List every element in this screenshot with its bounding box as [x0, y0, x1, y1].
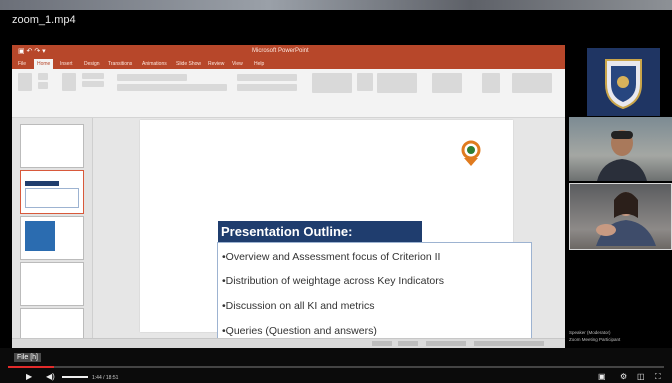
notes-button[interactable]	[372, 341, 392, 346]
ribbon-body	[12, 69, 565, 118]
tab-home[interactable]: Home	[34, 59, 54, 69]
title-bar: ▣ ↶ ↷ ▾ Microsoft PowerPoint	[12, 45, 565, 58]
tab-file[interactable]: File	[18, 59, 26, 69]
time-display: 1:44 / 18:51	[92, 375, 119, 381]
participant-avatar	[596, 192, 656, 246]
quick-styles-button[interactable]	[377, 73, 417, 93]
progress-track[interactable]	[8, 366, 664, 368]
shapes-gallery[interactable]	[312, 73, 352, 93]
tab-transitions[interactable]: Transitions	[108, 59, 132, 69]
font-format-buttons[interactable]	[117, 84, 227, 91]
new-slide-button[interactable]	[62, 73, 76, 91]
arrange-button[interactable]	[357, 73, 373, 91]
cut-button[interactable]	[38, 73, 48, 80]
ribbon-tabs: File Home Insert Design Transitions Anim…	[12, 58, 565, 69]
subtitle-label: File [h]	[14, 353, 42, 362]
tab-insert[interactable]: Insert	[60, 59, 73, 69]
tab-help[interactable]: Help	[254, 59, 264, 69]
status-bar	[12, 338, 565, 348]
comments-button[interactable]	[398, 341, 418, 346]
reset-button[interactable]	[82, 81, 104, 87]
layout-button[interactable]	[82, 73, 104, 79]
powerpoint-window: ▣ ↶ ↷ ▾ Microsoft PowerPoint File Home I…	[12, 45, 565, 348]
slide-thumbnail-pane	[12, 118, 93, 348]
volume-slider[interactable]	[62, 376, 88, 378]
participant-video-tile[interactable]	[569, 183, 672, 250]
slide-thumbnail[interactable]	[20, 124, 84, 168]
play-icon[interactable]: ▶	[26, 372, 32, 381]
list-item: •Overview and Assessment focus of Criter…	[222, 251, 441, 263]
participant-video-tile[interactable]	[569, 117, 672, 181]
fullscreen-icon[interactable]: ⛶	[655, 372, 661, 381]
slide-title: Presentation Outline:	[218, 221, 422, 243]
list-item: •Distribution of weightage across Key In…	[222, 275, 444, 287]
slide-canvas[interactable]: Presentation Outline: •Overview and Asse…	[140, 120, 532, 346]
slide-thumbnail[interactable]	[20, 216, 84, 260]
alignment-buttons[interactable]	[237, 84, 297, 91]
slide-content-box: •Overview and Assessment focus of Criter…	[217, 242, 532, 346]
copy-button[interactable]	[38, 82, 48, 89]
slide-thumbnail[interactable]	[20, 262, 84, 306]
list-item: •Queries (Question and answers)	[222, 325, 377, 337]
find-replace-buttons[interactable]	[432, 73, 462, 93]
paste-button[interactable]	[18, 73, 32, 91]
volume-icon[interactable]: ◀)	[46, 372, 55, 381]
participant-caption: Speaker (Moderator)	[569, 330, 611, 335]
view-buttons[interactable]	[426, 341, 466, 346]
file-title: zoom_1.mp4	[12, 14, 76, 26]
participant-avatar	[597, 130, 647, 181]
tab-animations[interactable]: Animations	[142, 59, 167, 69]
institution-logo	[461, 140, 481, 166]
tab-review[interactable]: Review	[208, 59, 224, 69]
tab-view[interactable]: View	[232, 59, 243, 69]
tab-design[interactable]: Design	[84, 59, 100, 69]
tab-slide-show[interactable]: Slide Show	[176, 59, 201, 69]
zoom-slider[interactable]	[474, 341, 544, 346]
settings-icon[interactable]: ⚙	[620, 372, 627, 381]
slide-editing-area: Presentation Outline: •Overview and Asse…	[93, 118, 565, 346]
font-selector[interactable]	[117, 74, 187, 81]
slide-thumbnail-selected[interactable]	[20, 170, 84, 214]
miniplayer-icon[interactable]: ◫	[637, 372, 645, 381]
add-ins-button[interactable]	[512, 73, 552, 93]
list-item: •Discussion on all KI and metrics	[222, 300, 375, 312]
dictate-button[interactable]	[482, 73, 500, 93]
progress-fill	[8, 366, 54, 368]
quick-access-toolbar[interactable]: ▣ ↶ ↷ ▾	[18, 47, 46, 55]
crest-icon	[605, 59, 642, 110]
camera-background-strip	[0, 0, 672, 10]
participant-subcaption: Zoom Meeting Participant	[569, 337, 621, 342]
paragraph-buttons[interactable]	[237, 74, 297, 81]
subtitles-icon[interactable]: ▣	[598, 372, 606, 381]
document-title: Microsoft PowerPoint	[252, 48, 309, 54]
participant-tile-logo[interactable]	[587, 48, 660, 116]
